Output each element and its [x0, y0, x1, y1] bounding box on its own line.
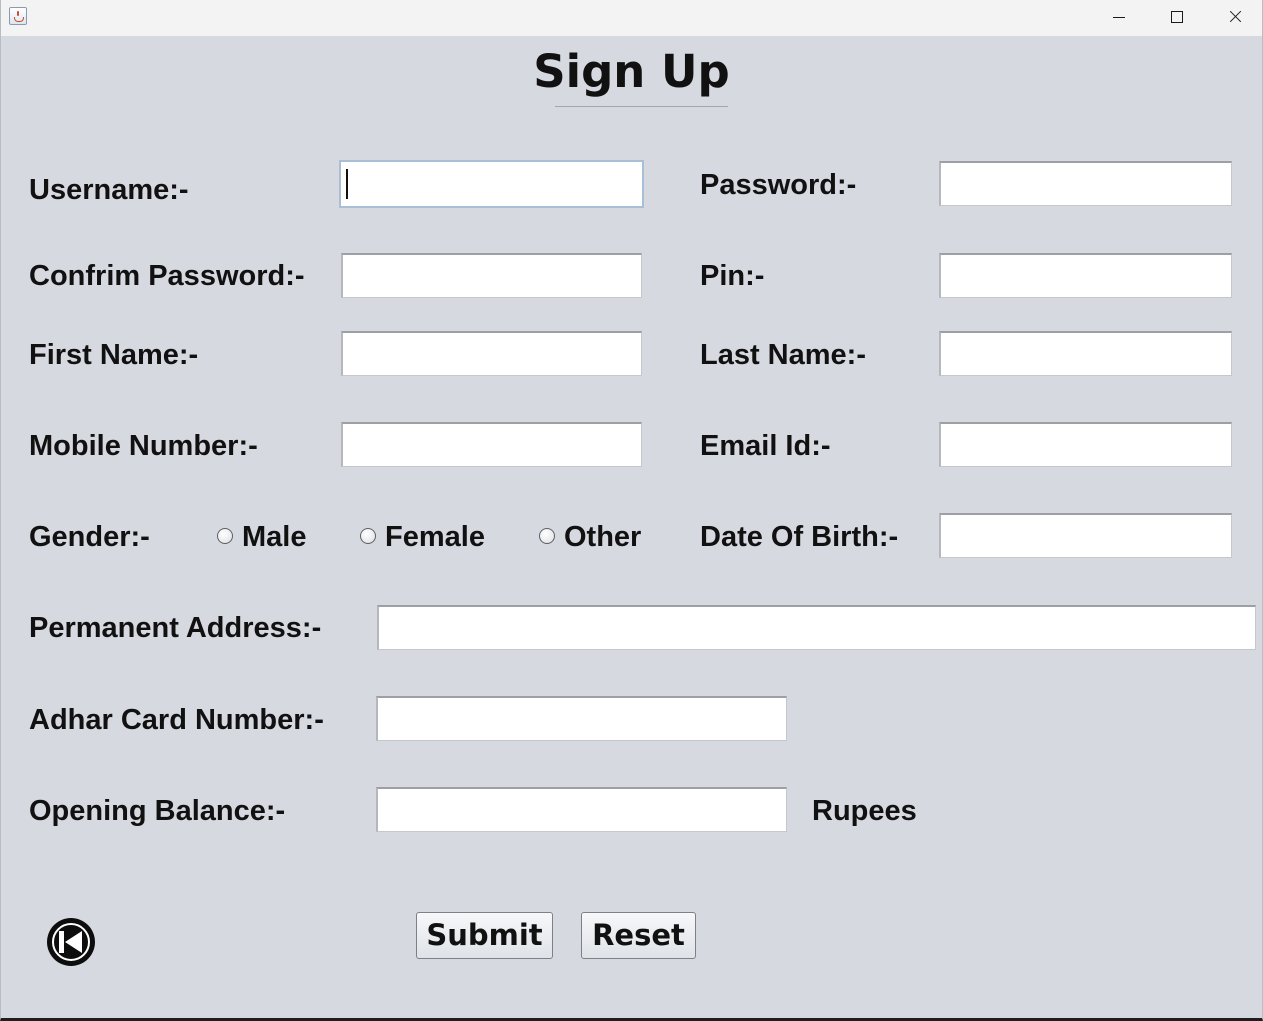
adhar-card-number-label: Adhar Card Number:-	[29, 704, 324, 736]
gender-male-radio[interactable]	[217, 528, 233, 544]
permanent-address-field[interactable]	[377, 605, 1256, 650]
java-cup-icon	[9, 7, 27, 25]
pin-label: Pin:-	[700, 260, 765, 292]
password-label: Password:-	[700, 169, 857, 201]
opening-balance-label: Opening Balance:-	[29, 795, 286, 827]
gender-label: Gender:-	[29, 521, 150, 553]
rupees-label: Rupees	[812, 795, 917, 827]
last-name-field[interactable]	[939, 331, 1232, 376]
gender-male-label[interactable]: Male	[242, 520, 306, 554]
page-title: Sign Up	[533, 45, 730, 98]
adhar-card-number-field[interactable]	[376, 696, 787, 741]
username-field[interactable]	[339, 160, 644, 208]
submit-button[interactable]: Submit	[416, 912, 553, 959]
close-icon[interactable]	[1206, 0, 1263, 36]
opening-balance-field[interactable]	[376, 787, 787, 832]
password-field[interactable]	[939, 161, 1232, 206]
reset-button[interactable]: Reset	[581, 912, 696, 959]
mobile-number-field[interactable]	[341, 422, 642, 467]
mobile-number-label: Mobile Number:-	[29, 430, 258, 462]
gender-female-label[interactable]: Female	[385, 520, 485, 554]
confirm-password-label: Confrim Password:-	[29, 260, 305, 292]
email-id-field[interactable]	[939, 422, 1232, 467]
gender-other-label[interactable]: Other	[564, 520, 641, 554]
permanent-address-label: Permanent Address:-	[29, 612, 322, 644]
title-bar	[1, 0, 1262, 36]
date-of-birth-label: Date Of Birth:-	[700, 521, 899, 553]
back-arrow-icon[interactable]	[46, 917, 96, 967]
pin-field[interactable]	[939, 253, 1232, 298]
last-name-label: Last Name:-	[700, 339, 866, 371]
maximize-icon[interactable]	[1148, 0, 1206, 36]
first-name-field[interactable]	[341, 331, 642, 376]
first-name-label: First Name:-	[29, 339, 199, 371]
email-id-label: Email Id:-	[700, 430, 831, 462]
minimize-icon[interactable]	[1090, 0, 1148, 36]
gender-female-radio[interactable]	[360, 528, 376, 544]
confirm-password-field[interactable]	[341, 253, 642, 298]
date-of-birth-field[interactable]	[939, 513, 1232, 558]
username-label: Username:-	[29, 174, 189, 206]
signup-window: Sign Up Username:- Password:- Confrim Pa…	[0, 0, 1263, 1021]
title-underline	[555, 106, 728, 107]
gender-other-radio[interactable]	[539, 528, 555, 544]
